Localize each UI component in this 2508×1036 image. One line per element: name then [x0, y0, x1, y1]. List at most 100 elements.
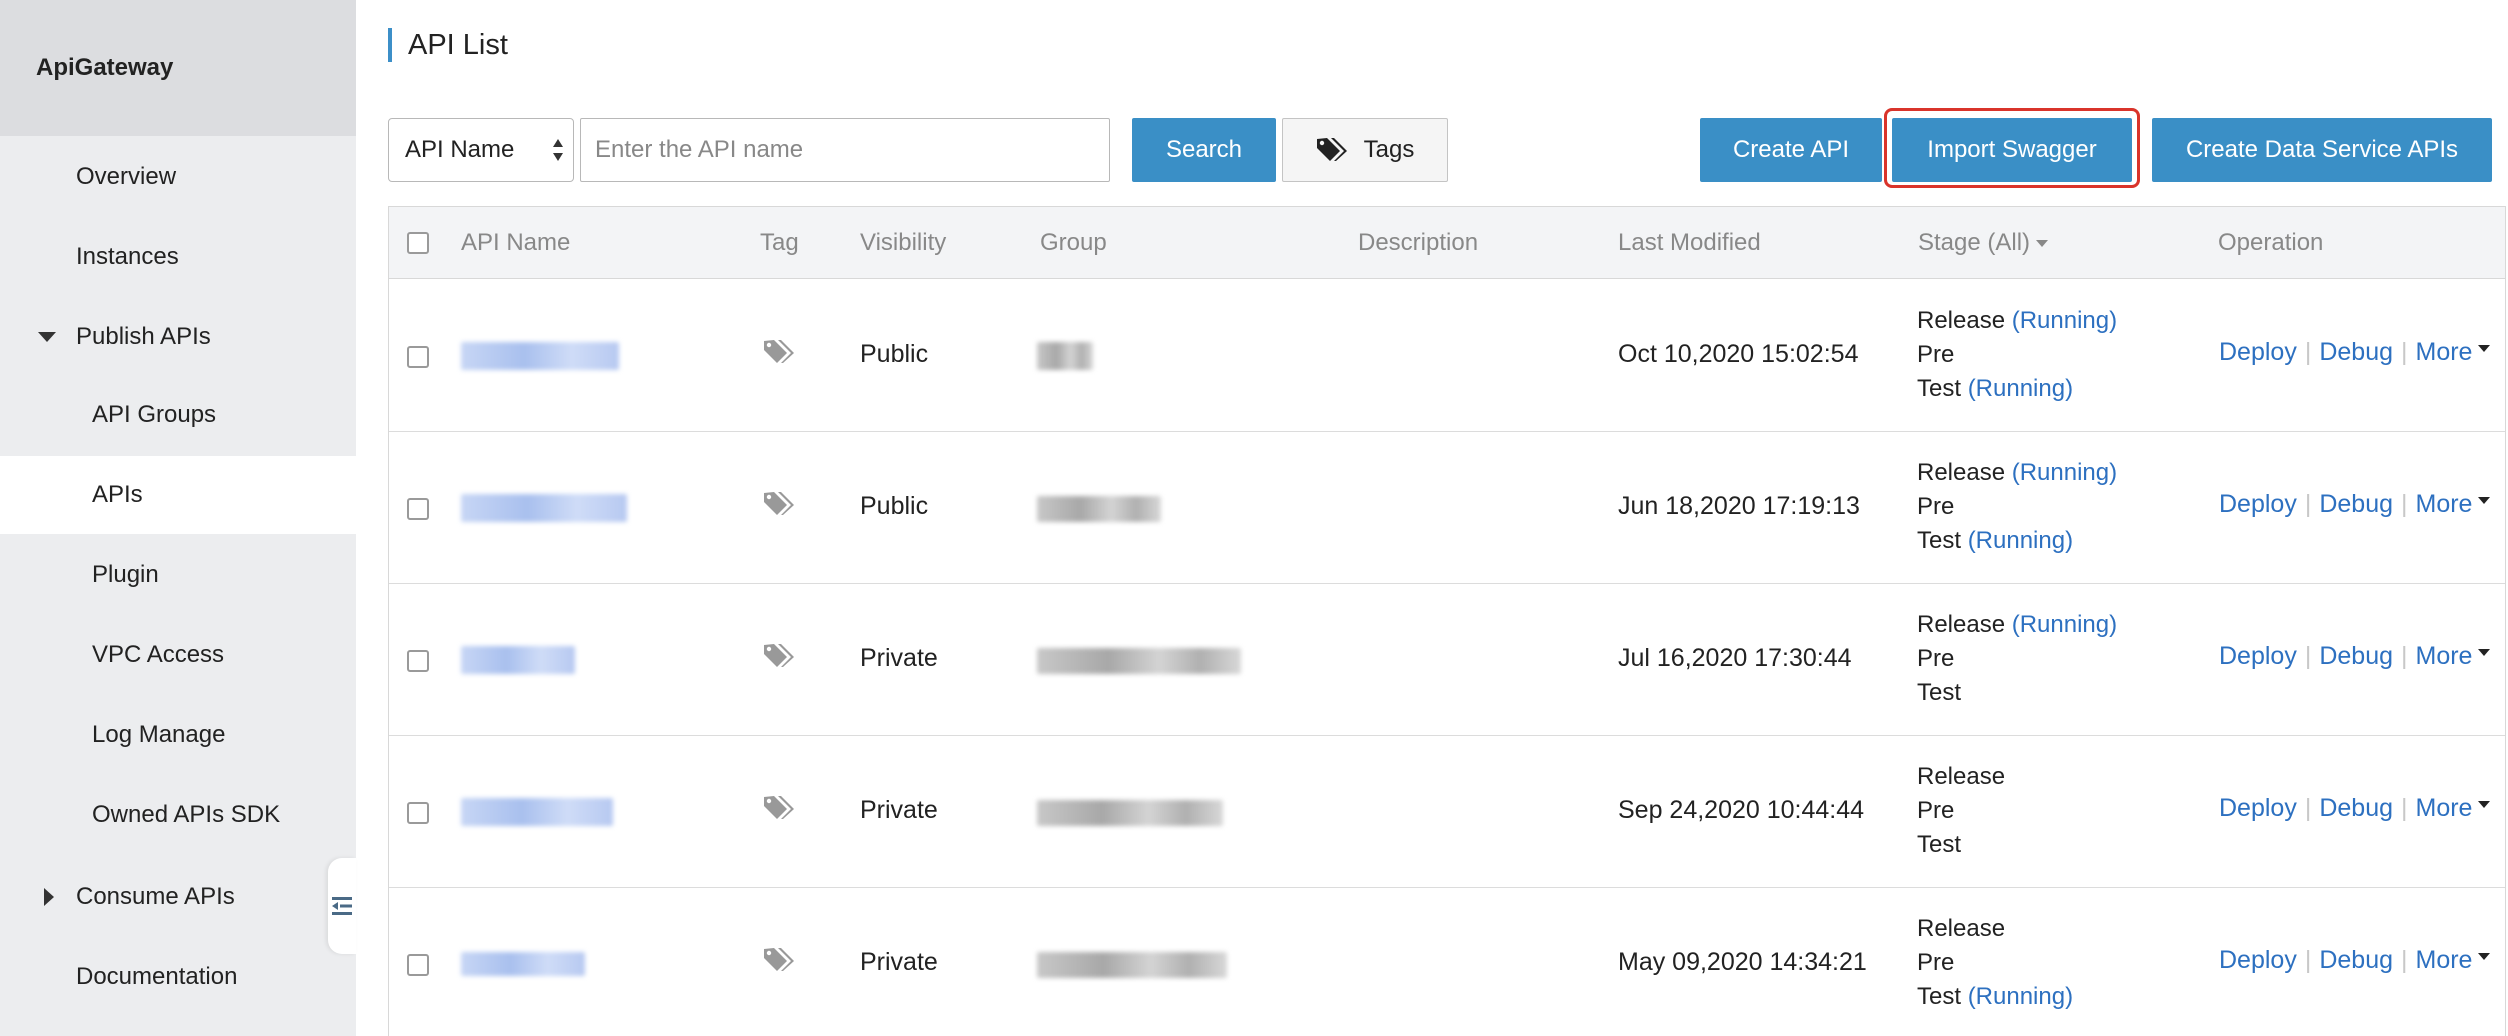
tags-icon[interactable] — [763, 490, 797, 518]
table-row: Public Oct 10,2020 15:02:54 Release (Run… — [389, 280, 2505, 432]
table-row: Private May 09,2020 14:34:21 Release Pre… — [389, 888, 2505, 1036]
stage-test: Test — [1917, 983, 1962, 1010]
sidebar-item-log-manage[interactable]: Log Manage — [0, 696, 356, 774]
collapse-menu-icon — [332, 897, 352, 915]
deploy-link[interactable]: Deploy — [2219, 642, 2297, 671]
sidebar-item-publish-apis[interactable]: Publish APIs — [0, 298, 356, 376]
sidebar-item-vpc-access[interactable]: VPC Access — [0, 616, 356, 694]
api-name-link-redacted[interactable] — [461, 952, 585, 976]
create-data-service-apis-button[interactable]: Create Data Service APIs — [2152, 118, 2492, 182]
api-name-link-redacted[interactable] — [461, 342, 619, 370]
api-name-search-input[interactable] — [580, 118, 1110, 182]
stage-pre: Pre — [1917, 493, 1955, 520]
select-all-checkbox[interactable] — [407, 232, 429, 254]
group-name-redacted — [1037, 952, 1227, 978]
search-button[interactable]: Search — [1132, 118, 1276, 182]
sidebar-item-documentation[interactable]: Documentation — [0, 938, 356, 1016]
debug-link[interactable]: Debug — [2319, 490, 2393, 519]
stage-test: Test — [1917, 831, 1962, 858]
tags-icon[interactable] — [763, 946, 797, 974]
more-label: More — [2415, 338, 2473, 366]
sidebar-item-label: Plugin — [92, 561, 159, 588]
sidebar-item-label: APIs — [92, 481, 143, 508]
separator: | — [2401, 338, 2408, 366]
stage-pre: Pre — [1917, 949, 1955, 976]
import-swagger-button[interactable]: Import Swagger — [1892, 118, 2132, 182]
visibility-value: Public — [860, 492, 929, 520]
stage-status: Release Pre Test (Running) — [1917, 912, 2073, 1014]
visibility-value: Private — [860, 644, 938, 672]
separator: | — [2304, 794, 2312, 822]
visibility-value: Private — [860, 948, 938, 976]
deploy-link[interactable]: Deploy — [2219, 946, 2297, 975]
row-operations: Deploy | Debug | More — [2219, 794, 2491, 823]
sidebar-item-plugin[interactable]: Plugin — [0, 536, 356, 614]
row-checkbox[interactable] — [407, 498, 429, 520]
sidebar-item-api-groups[interactable]: API Groups — [0, 376, 356, 454]
caret-down-icon — [2478, 953, 2491, 960]
last-modified-value: Jul 16,2020 17:30:44 — [1618, 644, 1852, 672]
row-operations: Deploy | Debug | More — [2219, 946, 2491, 975]
sidebar-item-label: Instances — [76, 243, 179, 270]
more-label: More — [2415, 642, 2473, 670]
sidebar-item-owned-apis-sdk[interactable]: Owned APIs SDK — [0, 776, 356, 854]
brand-title: ApiGateway — [0, 0, 356, 136]
row-checkbox[interactable] — [407, 954, 429, 976]
deploy-link[interactable]: Deploy — [2219, 794, 2297, 823]
group-name-redacted — [1037, 648, 1241, 674]
sidebar-item-label: Documentation — [76, 963, 238, 990]
create-api-button[interactable]: Create API — [1700, 118, 1882, 182]
separator: | — [2304, 642, 2312, 670]
deploy-link[interactable]: Deploy — [2219, 338, 2297, 367]
more-dropdown[interactable]: More — [2416, 642, 2491, 671]
last-modified-value: May 09,2020 14:34:21 — [1618, 948, 1867, 976]
api-name-link-redacted[interactable] — [461, 646, 575, 674]
running-status: (Running) — [2011, 459, 2118, 486]
row-operations: Deploy | Debug | More — [2219, 490, 2491, 519]
group-name-redacted — [1037, 342, 1093, 370]
tags-button[interactable]: Tags — [1282, 118, 1448, 182]
separator: | — [2401, 642, 2408, 670]
collapse-sidebar-button[interactable] — [328, 858, 356, 954]
more-dropdown[interactable]: More — [2416, 946, 2491, 975]
tags-icon[interactable] — [763, 642, 797, 670]
visibility-value: Public — [860, 340, 929, 368]
more-dropdown[interactable]: More — [2416, 338, 2491, 367]
api-name-link-redacted[interactable] — [461, 798, 613, 826]
deploy-link[interactable]: Deploy — [2219, 490, 2297, 519]
stage-test: Test — [1917, 375, 1962, 402]
chevron-down-icon — [2036, 240, 2049, 247]
filter-type-select[interactable]: API Name — [388, 118, 574, 182]
row-checkbox[interactable] — [407, 650, 429, 672]
debug-link[interactable]: Debug — [2319, 946, 2393, 975]
stage-status: Release (Running) Pre Test (Running) — [1917, 456, 2117, 558]
debug-link[interactable]: Debug — [2319, 642, 2393, 671]
tags-button-label: Tags — [1363, 136, 1415, 163]
sidebar-item-instances[interactable]: Instances — [0, 218, 356, 296]
running-status: (Running) — [1967, 375, 2074, 402]
col-group: Group — [1040, 229, 1107, 256]
row-checkbox[interactable] — [407, 346, 429, 368]
debug-link[interactable]: Debug — [2319, 794, 2393, 823]
more-dropdown[interactable]: More — [2416, 490, 2491, 519]
stage-release: Release — [1917, 307, 2006, 334]
sidebar-item-overview[interactable]: Overview — [0, 138, 356, 216]
stage-test: Test — [1917, 527, 1962, 554]
sidebar-item-apis[interactable]: APIs — [0, 456, 356, 534]
more-dropdown[interactable]: More — [2416, 794, 2491, 823]
stage-status: Release (Running) Pre Test — [1917, 608, 2117, 710]
separator: | — [2304, 946, 2312, 974]
api-name-link-redacted[interactable] — [461, 494, 627, 522]
running-status: (Running) — [1967, 983, 2074, 1010]
debug-link[interactable]: Debug — [2319, 338, 2393, 367]
col-last-modified: Last Modified — [1618, 229, 1761, 256]
tags-icon[interactable] — [763, 794, 797, 822]
col-description: Description — [1358, 229, 1479, 256]
separator: | — [2401, 794, 2408, 822]
col-stage-filter[interactable]: Stage (All) — [1918, 207, 2049, 279]
tags-icon[interactable] — [763, 338, 797, 366]
sidebar-item-consume-apis[interactable]: Consume APIs — [0, 858, 356, 936]
sidebar-item-label: Owned APIs SDK — [92, 801, 281, 828]
col-api-name[interactable]: API Name — [461, 207, 570, 279]
row-checkbox[interactable] — [407, 802, 429, 824]
